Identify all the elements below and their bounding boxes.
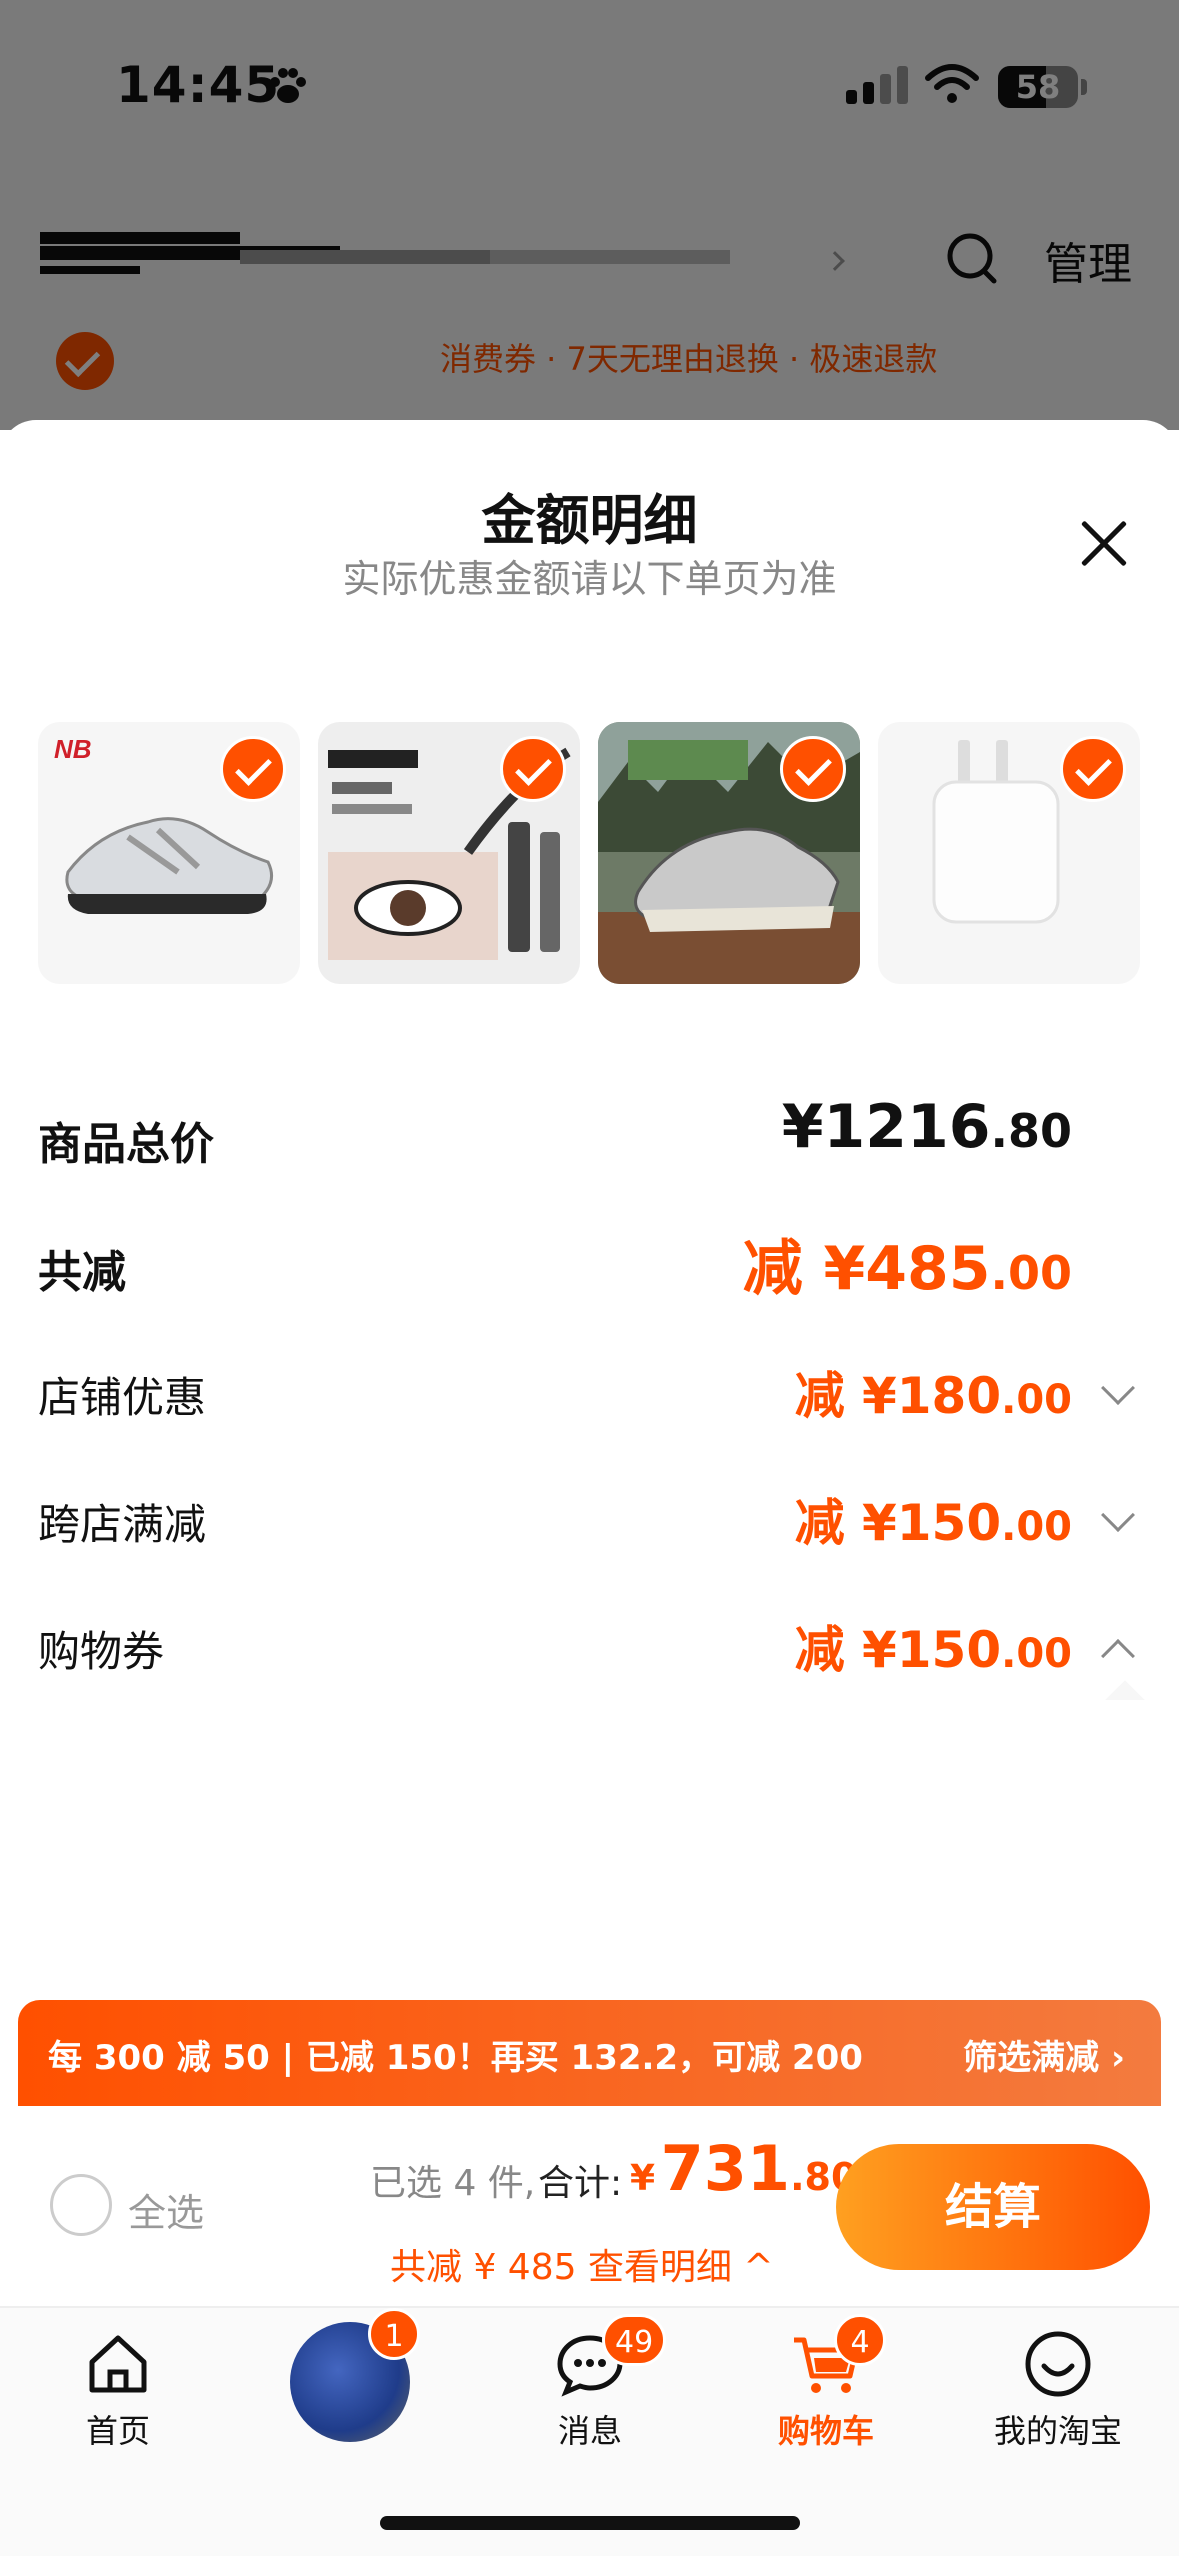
promo-banner[interactable]: 每 300 减 50 | 已减 150！再买 132.2，可减 200 筛选满减… (18, 2000, 1161, 2106)
total-reduce-label: 共减 (38, 1247, 126, 1298)
total-price-value: ¥1216.80 (781, 1092, 1072, 1162)
sheet-subtitle: 实际优惠金额请以下单页为准 (342, 557, 837, 601)
row-shopping-coupon[interactable]: 购物券 减 ¥150.00 (38, 1610, 1142, 1690)
tab-avatar[interactable]: 1 (0, 2308, 472, 2488)
checkout-bar: 全选 已选 4 件, 合计: ¥ 731.80 共减 ¥ 485 查看明细 ^ … (0, 2106, 1179, 2306)
tab-messages[interactable]: 消息 49 (472, 2308, 708, 2488)
total-price-label: 商品总价 (38, 1119, 214, 1170)
product-thumb-shoe-outdoor[interactable] (598, 722, 860, 984)
row-shop-discount[interactable]: 店铺优惠 减 ¥180.00 (38, 1356, 1142, 1436)
row-cross-store[interactable]: 跨店满减 减 ¥150.00 (38, 1483, 1142, 1563)
selected-count: 已选 4 件, (370, 2163, 536, 2204)
badge: 1 (368, 2308, 420, 2360)
chevron-down-icon[interactable] (1101, 1371, 1135, 1405)
tab-my-taobao[interactable]: 我的淘宝 (940, 2308, 1176, 2488)
svg-text:NB: NB (54, 734, 92, 764)
dim-overlay[interactable] (0, 0, 1179, 430)
row-total-price: 商品总价 ¥1216.80 (38, 1092, 1142, 1180)
filter-discount-link[interactable]: 筛选满减 › (963, 2030, 1125, 2079)
profile-icon (1025, 2331, 1091, 2397)
badge: 49 (602, 2314, 667, 2366)
cross-store-value: 减 ¥150.00 (794, 1494, 1072, 1552)
selected-check-icon[interactable] (780, 736, 846, 802)
product-thumb-shoe-white[interactable]: NB (38, 722, 300, 984)
view-details-link[interactable]: 共减 ¥ 485 查看明细 ^ (390, 2238, 774, 2290)
amount-detail-sheet: 金额明细 实际优惠金额请以下单页为准 NB 商品总价 ¥1216.80 共减 减… (0, 420, 1179, 1700)
total-reduce-value: 减 ¥485.00 (742, 1234, 1072, 1304)
chevron-down-icon[interactable] (1101, 1498, 1135, 1532)
chevron-up-icon[interactable] (1101, 1639, 1135, 1673)
shop-discount-label: 店铺优惠 (38, 1373, 207, 1422)
product-thumb-mascara[interactable] (318, 722, 580, 984)
row-total-reduce: 共减 减 ¥485.00 (38, 1228, 1142, 1308)
product-thumb-adapter[interactable] (878, 722, 1140, 984)
shop-discount-value: 减 ¥180.00 (794, 1367, 1072, 1425)
selected-check-icon[interactable] (500, 736, 566, 802)
select-all-radio[interactable] (50, 2174, 112, 2236)
selected-check-icon[interactable] (220, 736, 286, 802)
select-all-label[interactable]: 全选 (128, 2182, 204, 2237)
promo-banner-text: 每 300 减 50 | 已减 150！再买 132.2，可减 200 (48, 2038, 863, 2078)
checkout-button[interactable]: 结算 (836, 2144, 1150, 2270)
selected-check-icon[interactable] (1060, 736, 1126, 802)
close-icon[interactable] (1076, 516, 1132, 572)
product-thumbnails: NB (38, 722, 1148, 984)
sheet-title: 金额明细 (481, 489, 698, 552)
tab-cart[interactable]: 购物车 4 (708, 2308, 944, 2488)
shopping-coupon-label: 购物券 (38, 1627, 165, 1676)
shopping-coupon-value: 减 ¥150.00 (794, 1621, 1072, 1679)
total-amount: ¥ 731.80 (630, 2132, 858, 2205)
cross-store-label: 跨店满减 (38, 1500, 207, 1549)
home-indicator[interactable] (380, 2516, 800, 2530)
total-label: 合计: (538, 2163, 623, 2204)
badge: 4 (834, 2314, 886, 2366)
